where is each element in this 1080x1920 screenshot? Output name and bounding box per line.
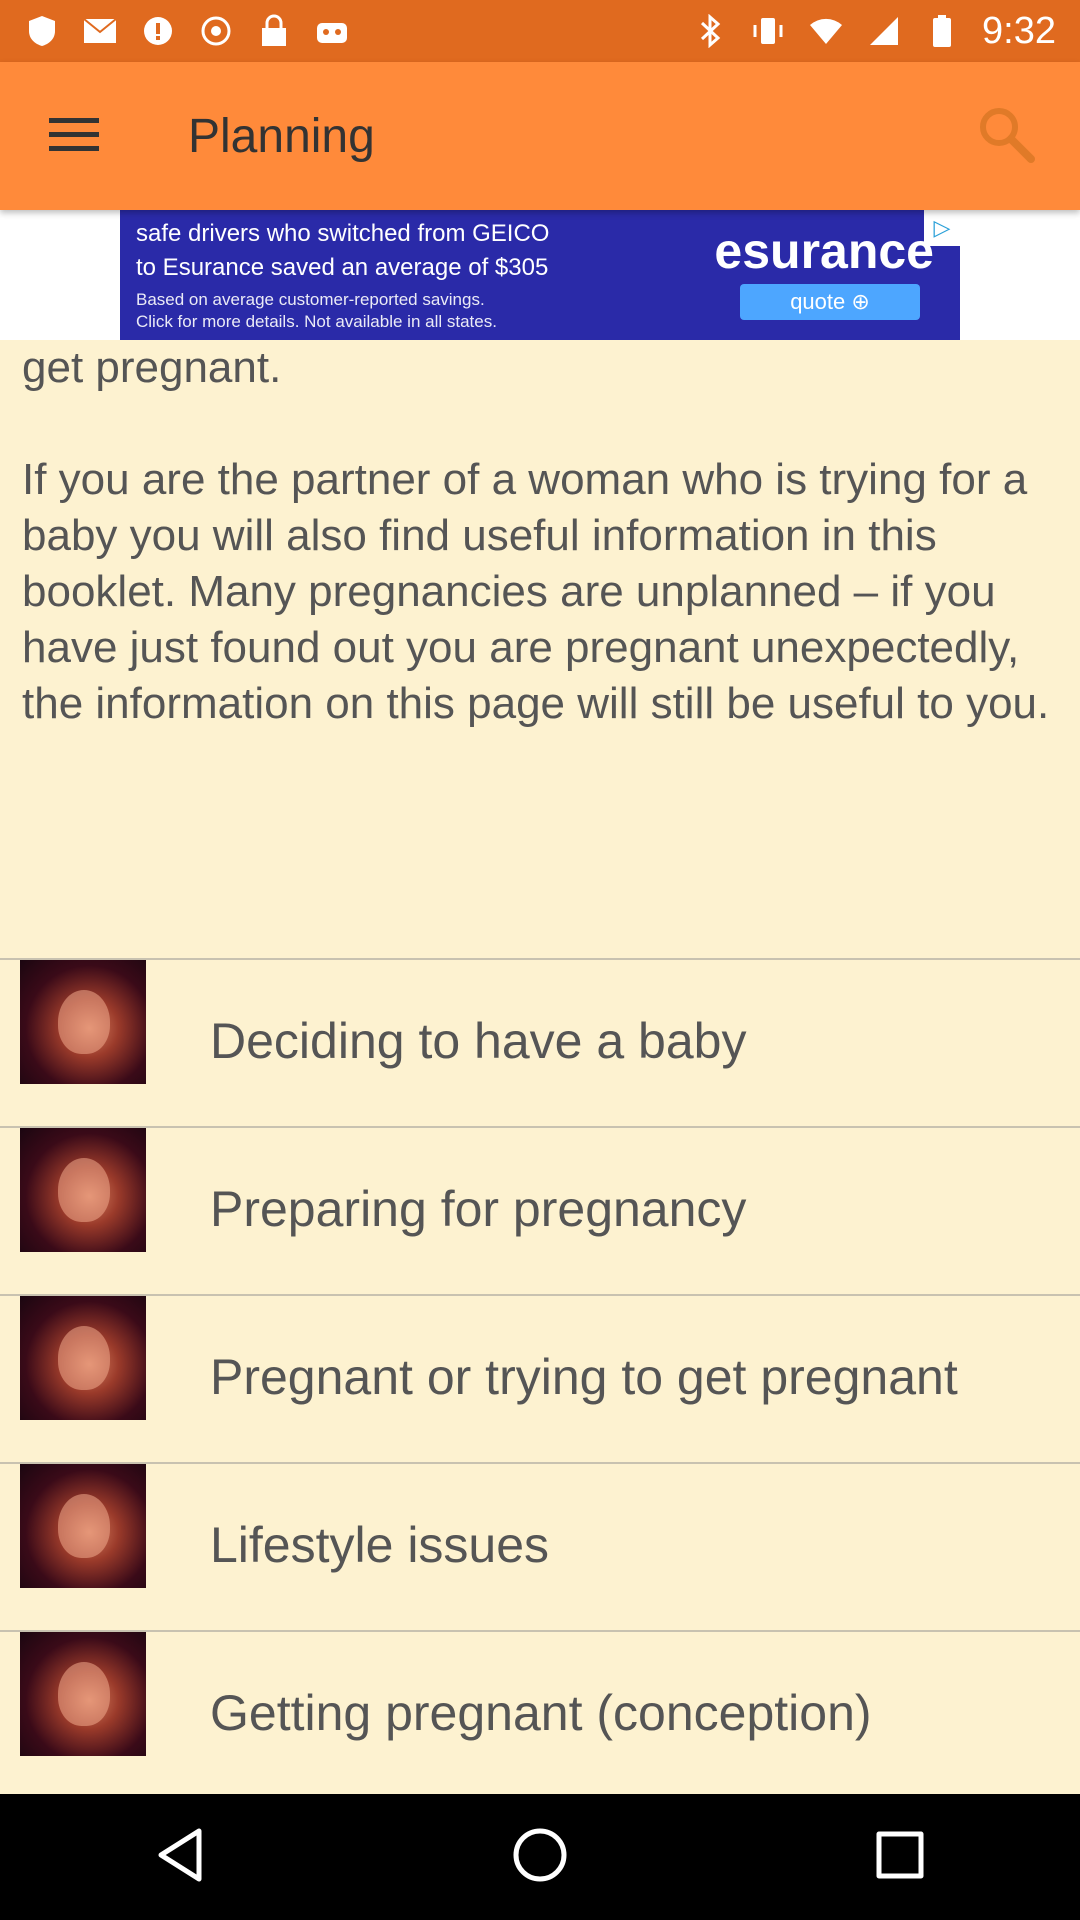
lock-icon (256, 13, 292, 49)
topic-list: Deciding to have a baby Preparing for pr… (0, 958, 1080, 1794)
ad-choices-icon[interactable]: ▷ (924, 210, 960, 246)
status-bar: 9:32 (0, 0, 1080, 62)
list-item-label: Lifestyle issues (210, 1517, 550, 1573)
battery-icon (924, 13, 960, 49)
list-item-label: Deciding to have a baby (210, 1013, 747, 1069)
intro-text: where you can get help if you are findin… (22, 340, 1062, 788)
list-item-label: Getting pregnant (conception) (210, 1685, 872, 1741)
list-item-label: Preparing for pregnancy (210, 1181, 747, 1237)
fetus-thumbnail (20, 960, 146, 1084)
ad-banner[interactable]: safe drivers who switched from GEICO to … (120, 210, 960, 340)
hamburger-icon (49, 116, 99, 157)
intro-partial-paragraph: where you can get help if you are findin… (22, 343, 282, 392)
search-button[interactable] (932, 62, 1080, 210)
ad-text-line2: to Esurance saved an average of $305 (136, 254, 549, 281)
shield-icon (24, 13, 60, 49)
page-title: Planning (188, 109, 375, 163)
list-item[interactable]: Deciding to have a baby (0, 958, 1080, 1126)
home-button[interactable] (480, 1797, 600, 1917)
ad-quote-button[interactable]: quote ⊕ (740, 284, 920, 320)
list-item-label: Pregnant or trying to get pregnant (210, 1349, 958, 1405)
vibrate-icon (750, 13, 786, 49)
alert-icon (140, 13, 176, 49)
ad-text-line3: Based on average customer-reported savin… (136, 290, 485, 309)
fetus-thumbnail (20, 1128, 146, 1252)
fetus-thumbnail (20, 1632, 146, 1756)
ad-text-line4: Click for more details. Not available in… (136, 312, 497, 331)
content-scroll-area[interactable]: where you can get help if you are findin… (0, 340, 1080, 1794)
fetus-thumbnail (20, 1464, 146, 1588)
app-toolbar: Planning (0, 62, 1080, 210)
search-icon (975, 103, 1037, 170)
robot-icon (314, 13, 350, 49)
status-left-icons (24, 13, 350, 49)
status-right-icons: 9:32 (692, 10, 1056, 53)
ad-brand-logo: esurance (714, 223, 934, 279)
fetus-thumbnail (20, 1296, 146, 1420)
recents-square-icon (875, 1830, 925, 1885)
ad-text-line1: safe drivers who switched from GEICO (136, 220, 550, 247)
home-circle-icon (512, 1827, 568, 1888)
list-item[interactable]: Pregnant or trying to get pregnant (0, 1294, 1080, 1462)
back-button[interactable] (120, 1797, 240, 1917)
system-nav-bar (0, 1794, 1080, 1920)
intro-paragraph: If you are the partner of a woman who is… (22, 455, 1050, 728)
fake-gps-icon (198, 13, 234, 49)
mail-icon (82, 13, 118, 49)
back-triangle-icon (155, 1827, 205, 1888)
bluetooth-icon (692, 13, 728, 49)
list-item[interactable]: Lifestyle issues (0, 1462, 1080, 1630)
signal-icon (866, 13, 902, 49)
list-item[interactable]: Preparing for pregnancy (0, 1126, 1080, 1294)
status-time: 9:32 (982, 9, 1056, 52)
recents-button[interactable] (840, 1797, 960, 1917)
list-item[interactable]: Getting pregnant (conception) (0, 1630, 1080, 1794)
ad-container: safe drivers who switched from GEICO to … (0, 210, 1080, 340)
wifi-icon (808, 13, 844, 49)
menu-button[interactable] (0, 62, 148, 210)
